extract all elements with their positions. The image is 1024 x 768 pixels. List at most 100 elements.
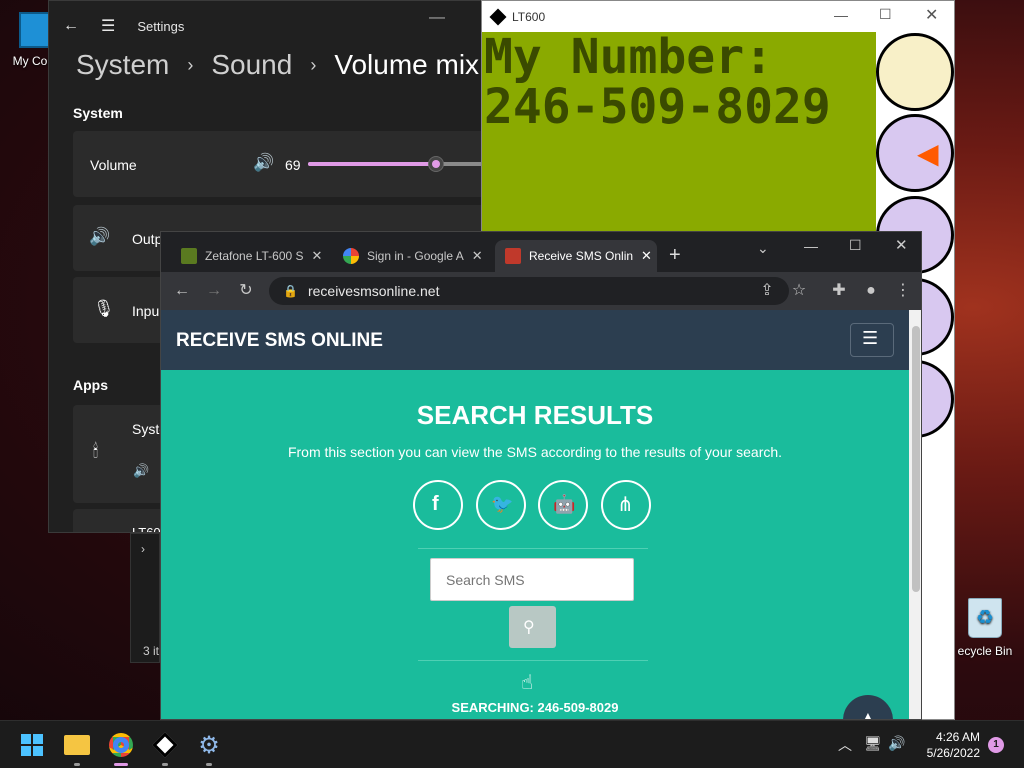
tab-zetafone[interactable]: Zetafone LT-600 S ✕ bbox=[171, 240, 327, 272]
forward-arrow-icon[interactable]: → bbox=[204, 281, 224, 301]
tab-label: Zetafone LT-600 S bbox=[205, 249, 304, 263]
minimize-icon[interactable]: — bbox=[429, 9, 445, 27]
search-icon: ⚲ bbox=[523, 619, 535, 636]
hamburger-menu-icon: ☰ bbox=[862, 328, 879, 348]
settings-taskbar-button[interactable]: ⚙ bbox=[193, 729, 225, 766]
lcd-line-2: 246-509-8029 bbox=[484, 79, 831, 135]
section-system-heading: System bbox=[73, 105, 123, 121]
share-icon: ⋔ bbox=[617, 494, 634, 516]
divider bbox=[418, 660, 648, 661]
tab-google-sign-in[interactable]: Sign in - Google A ✕ bbox=[333, 240, 489, 272]
divider bbox=[418, 548, 648, 549]
chevron-up-icon[interactable]: ︿ bbox=[838, 735, 852, 755]
url-text: receivesmsonline.net bbox=[307, 283, 440, 299]
chevron-right-icon: › bbox=[310, 54, 317, 75]
sms-favicon bbox=[505, 248, 521, 264]
item-count: 3 it bbox=[143, 644, 160, 658]
windows-logo-icon bbox=[21, 734, 43, 756]
desktop-icon-label: ecycle Bin bbox=[957, 644, 1013, 658]
maximize-icon[interactable]: ☐ bbox=[879, 6, 892, 23]
share-icon[interactable]: ⇪ bbox=[757, 281, 777, 301]
lcd-display: My Number: 246-509-8029 bbox=[482, 32, 876, 232]
clock-date: 5/26/2022 bbox=[926, 746, 980, 760]
scrollbar-thumb[interactable] bbox=[912, 326, 920, 592]
volume-icon[interactable]: 🔊 bbox=[888, 735, 905, 752]
close-icon[interactable]: ✕ bbox=[895, 236, 908, 254]
profile-icon[interactable]: ● bbox=[861, 281, 881, 301]
volume-slider-thumb[interactable] bbox=[428, 156, 444, 172]
recycle-bin-icon: ♻ bbox=[968, 598, 1002, 638]
tab-search-icon[interactable]: ⌄ bbox=[757, 240, 769, 257]
twitter-icon: 🐦 bbox=[491, 494, 514, 514]
mouse-cursor-icon: ☝ bbox=[521, 672, 534, 694]
chevron-right-icon[interactable]: › bbox=[141, 542, 145, 556]
close-icon[interactable]: ✕ bbox=[925, 5, 938, 25]
close-tab-icon[interactable]: ✕ bbox=[641, 248, 652, 264]
close-tab-icon[interactable]: ✕ bbox=[312, 248, 323, 264]
hamburger-menu-button[interactable]: ☰ bbox=[850, 323, 894, 357]
file-explorer-taskbar-button[interactable] bbox=[61, 729, 93, 766]
search-sms-input[interactable] bbox=[430, 558, 634, 601]
twitter-share-button[interactable]: 🐦 bbox=[476, 480, 526, 530]
back-arrow-icon[interactable]: ← bbox=[63, 17, 79, 35]
notification-badge[interactable]: 1 bbox=[988, 737, 1004, 753]
lt600-taskbar-button[interactable] bbox=[149, 729, 181, 766]
facebook-icon: f bbox=[432, 493, 439, 515]
start-button[interactable] bbox=[16, 729, 48, 761]
back-arrow-icon[interactable]: ← bbox=[172, 281, 192, 301]
lcd-line-1: My Number: bbox=[484, 29, 773, 85]
network-icon[interactable]: 🖥 bbox=[864, 735, 882, 752]
page-subtitle: From this section you can view the SMS a… bbox=[287, 444, 783, 460]
speaker-icon: 🔊 bbox=[133, 463, 150, 478]
volume-value: 69 bbox=[285, 157, 301, 173]
chrome-window: Zetafone LT-600 S ✕ Sign in - Google A ✕… bbox=[160, 231, 922, 720]
speaker-icon: 🔊 bbox=[89, 227, 111, 246]
phone-hook-button[interactable] bbox=[876, 33, 954, 111]
search-button[interactable]: ⚲ bbox=[509, 606, 556, 648]
input-label: Inpu bbox=[132, 303, 160, 319]
volume-card: Volume 🔊 69 bbox=[73, 131, 487, 197]
android-share-button[interactable]: 🤖 bbox=[538, 480, 588, 530]
reload-icon[interactable]: ↻ bbox=[236, 281, 256, 301]
more-menu-icon[interactable]: ⋮ bbox=[893, 281, 913, 301]
gear-icon: ⚙ bbox=[198, 731, 220, 759]
minimize-icon[interactable]: — bbox=[834, 7, 848, 23]
app-icon: 🕯 bbox=[93, 441, 99, 461]
site-brand[interactable]: RECEIVE SMS ONLINE bbox=[176, 330, 383, 352]
breadcrumb-volume-mixer: Volume mix bbox=[334, 49, 480, 80]
lock-icon: 🔒 bbox=[283, 284, 298, 298]
maximize-icon[interactable]: ☐ bbox=[849, 237, 862, 254]
address-bar[interactable]: 🔒 receivesmsonline.net bbox=[269, 277, 789, 305]
clock[interactable]: 4:26 AM 5/26/2022 bbox=[914, 729, 980, 761]
new-tab-icon[interactable]: + bbox=[669, 244, 681, 267]
speaker-icon[interactable]: 🔊 bbox=[253, 153, 274, 173]
clock-time: 4:26 AM bbox=[935, 730, 980, 744]
site-content: SEARCH RESULTS From this section you can… bbox=[161, 370, 909, 719]
chrome-taskbar-button[interactable] bbox=[105, 729, 137, 766]
bookmark-star-icon[interactable]: ☆ bbox=[789, 281, 809, 301]
close-tab-icon[interactable]: ✕ bbox=[472, 248, 483, 264]
volume-slider[interactable] bbox=[308, 162, 487, 166]
zetafone-favicon bbox=[181, 248, 197, 264]
hamburger-menu-icon[interactable]: ☰ bbox=[101, 16, 115, 36]
lt600-app-icon bbox=[489, 8, 507, 25]
breadcrumb: System › Sound › Volume mix bbox=[76, 49, 479, 81]
breadcrumb-sound[interactable]: Sound bbox=[211, 49, 292, 81]
taskbar: ⚙ ︿ 🖥 🔊 4:26 AM 5/26/2022 1 bbox=[0, 720, 1024, 768]
volume-slider-fill bbox=[308, 162, 436, 166]
file-explorer-window: › 3 it bbox=[130, 533, 160, 663]
tab-label: Sign in - Google A bbox=[367, 249, 464, 263]
volume-label: Volume bbox=[90, 157, 137, 173]
desktop-icon-recycle-bin[interactable]: ♻ ecycle Bin bbox=[946, 598, 1024, 658]
extensions-icon[interactable]: ✚ bbox=[829, 281, 849, 301]
settings-titlebar: ← ☰ Settings bbox=[49, 1, 487, 51]
minimize-icon[interactable]: — bbox=[804, 238, 818, 254]
app-label: LT60 bbox=[132, 525, 161, 533]
share-button[interactable]: ⋔ bbox=[601, 480, 651, 530]
tab-receive-sms[interactable]: Receive SMS Onlin ✕ bbox=[495, 240, 657, 272]
page-scrollbar[interactable] bbox=[909, 310, 921, 719]
breadcrumb-system[interactable]: System bbox=[76, 49, 169, 81]
facebook-share-button[interactable]: f bbox=[413, 480, 463, 530]
phone-save-button[interactable]: ◀ bbox=[876, 114, 954, 192]
microphone-icon: 🎙 bbox=[93, 299, 115, 318]
